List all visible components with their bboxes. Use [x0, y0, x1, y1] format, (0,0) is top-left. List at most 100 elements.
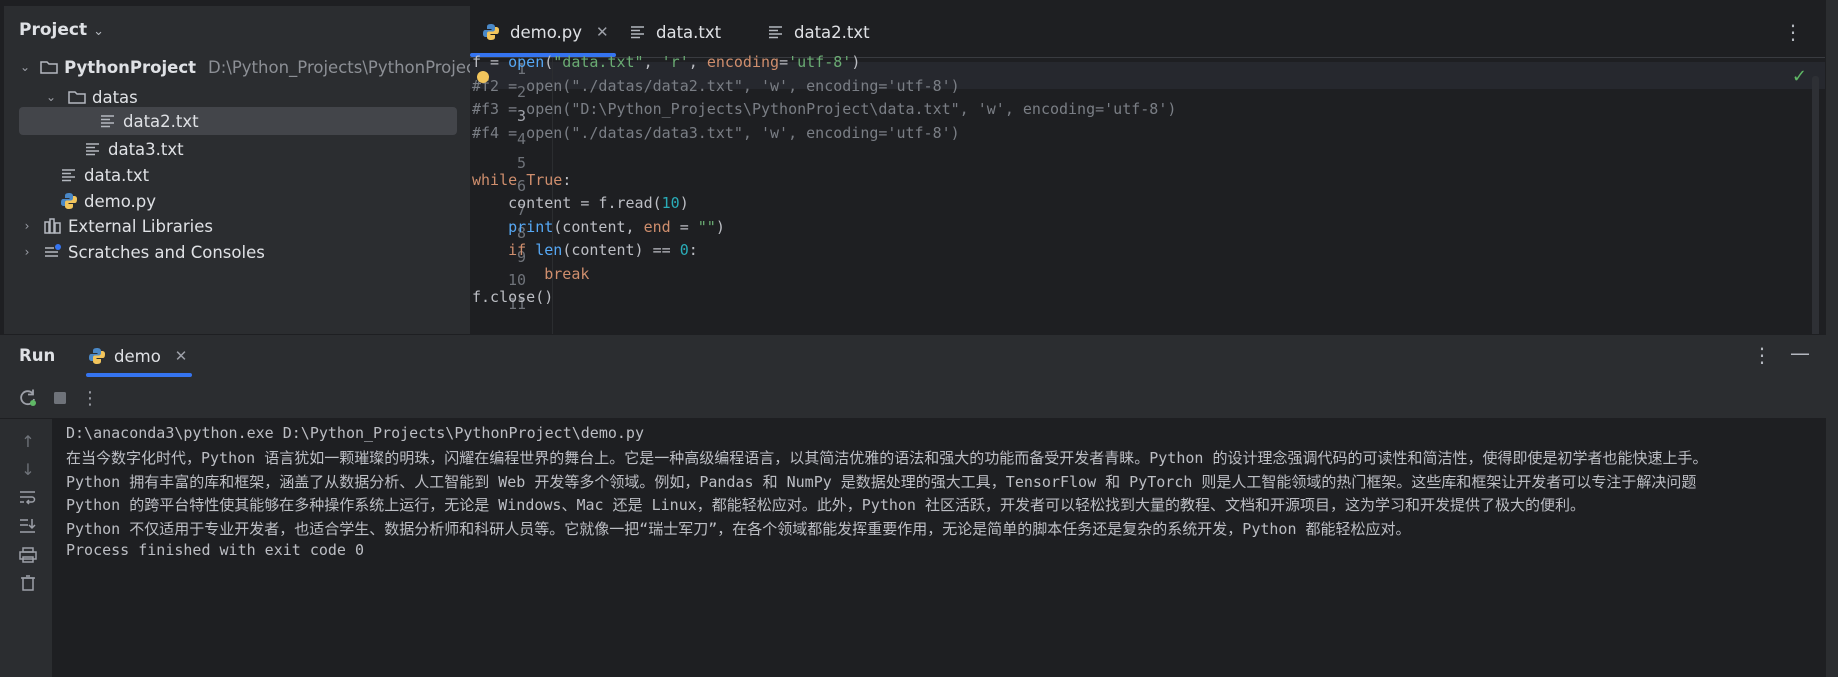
run-tabbar: Run demo ✕ ⋮ — [0, 335, 1838, 377]
tab-label: data2.txt [794, 22, 870, 42]
tree-item-label: data2.txt [123, 111, 199, 131]
soft-wrap-icon[interactable] [16, 486, 40, 510]
code-line-6[interactable]: while True: [472, 171, 571, 189]
line-number: 5 [516, 154, 526, 172]
lightbulb-icon[interactable] [477, 71, 489, 83]
text-file-icon [84, 140, 102, 158]
console-line: Python 不仅适用于专业开发者，也适合学生、数据分析师和科研人员等。它就像一… [66, 520, 1411, 538]
text-file-icon [99, 112, 117, 130]
code-token: (content, [553, 218, 644, 236]
code-token: ) [851, 53, 861, 71]
code-token: break [544, 265, 590, 283]
code-token: "" [697, 218, 716, 236]
code-line-7[interactable]: content = f.read(10) [472, 194, 689, 212]
checkmark-icon[interactable]: ✓ [1792, 66, 1807, 87]
code-line-1[interactable]: f = open("data.txt", 'r', encoding='utf-… [472, 53, 860, 71]
tab-data-txt[interactable]: data.txt [630, 6, 721, 58]
text-file-icon [768, 25, 784, 39]
tree-item-data2-txt[interactable]: data2.txt [19, 107, 457, 135]
tree-item-scratches[interactable]: › Scratches and Consoles [4, 238, 466, 266]
arrow-down-icon[interactable]: ↓ [16, 457, 40, 481]
tree-item-label: Scratches and Consoles [68, 242, 265, 262]
console-line: Python 拥有丰富的库和框架，涵盖了从数据分析、人工智能到 Web 开发等多… [66, 473, 1697, 491]
code-token: = [670, 218, 698, 236]
code-token: 'utf-8' [788, 53, 852, 71]
editor-vertical-scrollbar[interactable] [1812, 76, 1819, 376]
tab-run-demo[interactable]: demo ✕ [88, 335, 187, 377]
rerun-icon[interactable] [16, 386, 40, 410]
console-line: D:\anaconda3\python.exe D:\Python_Projec… [66, 424, 644, 442]
stop-icon[interactable] [48, 386, 72, 410]
tree-item-data3-txt[interactable]: data3.txt [4, 135, 466, 163]
code-token: True [526, 171, 563, 189]
code-line-4[interactable]: #f4 = open("./datas/data3.txt", 'w', enc… [472, 124, 960, 142]
console-line: Process finished with exit code 0 [66, 541, 365, 559]
code-token: open [508, 53, 545, 71]
chevron-down-icon[interactable]: ⌄ [44, 90, 58, 104]
tree-item-label: PythonProject [64, 57, 197, 77]
tree-item-label: data.txt [84, 165, 150, 185]
python-file-icon [88, 347, 106, 365]
code-token: ( [544, 53, 554, 71]
run-toolbar: ⋮ [0, 377, 1838, 419]
code-token: 'r' [661, 53, 689, 71]
tree-item-label: demo.py [84, 191, 156, 211]
code-line-3[interactable]: #f3 = open("D:\Python_Projects\PythonPro… [472, 100, 1176, 118]
tree-item-data-txt[interactable]: data.txt [4, 161, 466, 189]
code-token: ) [679, 194, 689, 212]
tree-item-external-libraries[interactable]: › External Libraries [4, 212, 466, 240]
project-panel: Project ⌄ ⌄ PythonProject D:\Python_Proje… [4, 6, 482, 386]
folder-icon [40, 58, 58, 76]
more-options-icon[interactable]: ⋮ [1752, 343, 1772, 367]
console-output[interactable]: D:\anaconda3\python.exe D:\Python_Projec… [52, 419, 1838, 677]
project-header[interactable]: Project ⌄ [19, 20, 104, 40]
scroll-to-end-icon[interactable] [16, 514, 40, 538]
more-options-icon[interactable]: ⋮ [1783, 20, 1803, 44]
code-token: f = [472, 53, 509, 71]
chevron-down-icon[interactable]: ⌄ [20, 60, 30, 74]
more-options-icon[interactable]: ⋮ [78, 386, 102, 410]
code-token: while [472, 171, 518, 189]
code-token: , [643, 53, 662, 71]
chevron-right-icon[interactable]: › [20, 245, 34, 259]
tree-item-pythonproject[interactable]: ⌄ PythonProject D:\Python_Projects\Pytho… [4, 53, 482, 81]
scratches-icon [44, 243, 62, 261]
code-token: 10 [661, 194, 680, 212]
chevron-right-icon[interactable]: › [20, 219, 34, 233]
code-token: end [643, 218, 671, 236]
run-title: Run [19, 346, 56, 365]
tab-data2-txt[interactable]: data2.txt [768, 6, 870, 58]
library-icon [44, 217, 62, 235]
close-icon[interactable]: ✕ [596, 23, 609, 41]
text-file-icon [630, 25, 646, 39]
code-line-11[interactable]: f.close() [472, 288, 553, 306]
close-icon[interactable]: ✕ [175, 347, 188, 365]
minimize-icon[interactable]: — [1790, 341, 1810, 365]
run-side-toolbar: ↑ ↓ [0, 419, 52, 677]
code-line-10[interactable]: break [472, 265, 589, 283]
code-line-8[interactable]: print(content, end = "") [472, 218, 725, 236]
code-token: encoding [706, 53, 780, 71]
print-icon[interactable] [16, 543, 40, 567]
code-token: (content) == [562, 241, 680, 259]
code-token: : [688, 241, 698, 259]
tree-item-label: data3.txt [108, 139, 184, 159]
code-line-2[interactable]: #f2 = open("./datas/data2.txt", 'w', enc… [472, 77, 960, 95]
trash-icon[interactable] [16, 571, 40, 595]
project-title: Project [19, 20, 88, 40]
code-token: content = f.read( [472, 194, 662, 212]
console-line: Python 的跨平台特性使其能够在多种操作系统上运行，无论是 Windows、… [66, 496, 1585, 514]
run-tab-label: demo [114, 346, 161, 366]
run-panel: Run demo ✕ ⋮ — ⋮ ↑ ↓ D:\anaconda3\python… [0, 334, 1838, 677]
arrow-up-icon[interactable]: ↑ [16, 429, 40, 453]
text-file-icon [60, 166, 78, 184]
tree-item-demo-py[interactable]: demo.py [4, 187, 466, 215]
tab-demo-py[interactable]: demo.py ✕ [482, 6, 609, 58]
code-token: "data.txt" [553, 53, 644, 71]
chevron-down-icon[interactable]: ⌄ [93, 24, 104, 39]
code-line-9[interactable]: if len(content) == 0: [472, 241, 698, 259]
ide-window: Project ⌄ ⌄ PythonProject D:\Python_Proje… [0, 0, 1838, 677]
